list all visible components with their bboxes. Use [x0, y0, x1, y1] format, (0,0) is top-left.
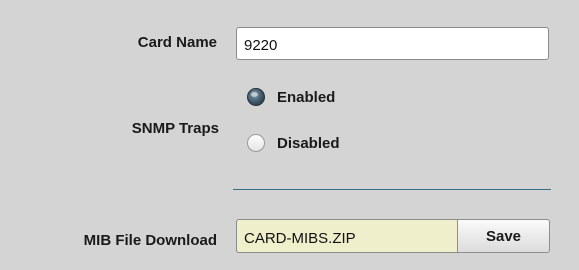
radio-unselected-icon[interactable] — [247, 134, 265, 152]
snmp-traps-enabled-label: Enabled — [277, 88, 336, 106]
snmp-traps-disabled-option[interactable]: Disabled — [247, 134, 340, 152]
snmp-traps-label: SNMP Traps — [131, 120, 219, 137]
card-settings-panel: Card Name SNMP Traps Enabled Disabled MI… — [0, 0, 579, 270]
section-divider — [233, 189, 551, 190]
card-name-input[interactable] — [236, 27, 549, 60]
mib-file-name-field[interactable] — [236, 219, 458, 253]
save-button[interactable]: Save — [457, 219, 550, 253]
mib-file-download-label: MIB File Download — [83, 232, 217, 249]
snmp-traps-enabled-option[interactable]: Enabled — [247, 88, 335, 106]
radio-selected-icon[interactable] — [247, 88, 265, 106]
snmp-traps-disabled-label: Disabled — [277, 134, 340, 152]
card-name-label: Card Name — [137, 34, 217, 51]
